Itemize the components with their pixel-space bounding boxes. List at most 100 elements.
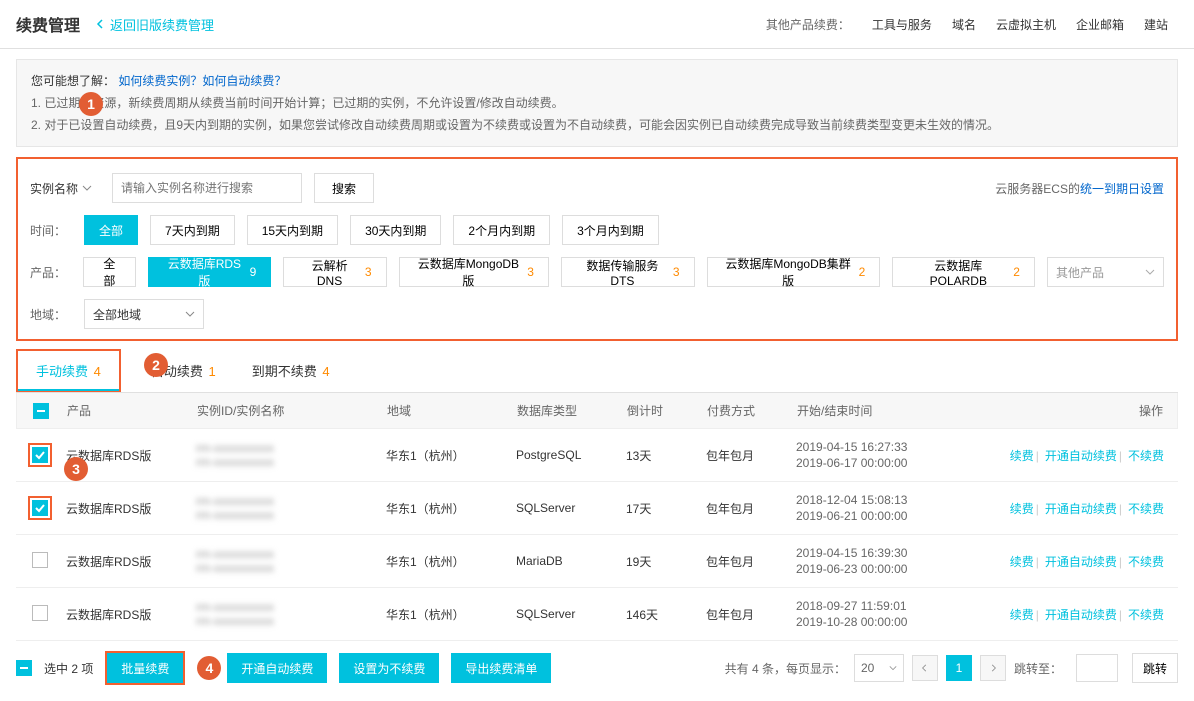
no-renew-link[interactable]: 不续费 — [1128, 608, 1164, 622]
enable-auto-renew-link[interactable]: 开通自动续费 — [1045, 502, 1117, 516]
renew-link[interactable]: 续费 — [1010, 502, 1034, 516]
other-products-label: 其他产品续费： — [766, 16, 850, 33]
cell-instance-id: rm-xxxxxxxxxxrm-xxxxxxxxxx — [190, 441, 380, 469]
no-renew-link[interactable]: 不续费 — [1128, 555, 1164, 569]
table-row: 云数据库RDS版rm-xxxxxxxxxxrm-xxxxxxxxxx华东1（杭州… — [16, 588, 1178, 641]
cell-pay-type: 包年包月 — [700, 553, 790, 570]
th-time: 开始/结束时间 — [791, 402, 961, 419]
time-opt-7d[interactable]: 7天内到期 — [150, 215, 235, 245]
cell-ops: 续费|开通自动续费|不续费 — [960, 447, 1174, 464]
cell-pay-type: 包年包月 — [700, 500, 790, 517]
row-checkbox[interactable] — [32, 605, 48, 621]
prod-opt-all[interactable]: 全部 — [83, 257, 136, 287]
total-count: 共有 4 条，每页显示： — [725, 660, 846, 677]
chevron-down-icon — [889, 664, 897, 672]
selected-count: 选中 2 项 — [44, 660, 93, 677]
page-size-select[interactable]: 20 — [854, 654, 904, 682]
enable-auto-renew-link[interactable]: 开通自动续费 — [1045, 449, 1117, 463]
jump-button[interactable]: 跳转 — [1132, 653, 1178, 683]
prev-page-button[interactable] — [912, 655, 938, 681]
cell-ops: 续费|开通自动续费|不续费 — [960, 500, 1174, 517]
region-dropdown[interactable]: 全部地域 — [84, 299, 204, 329]
cell-countdown: 17天 — [620, 500, 700, 517]
cell-instance-id: rm-xxxxxxxxxxrm-xxxxxxxxxx — [190, 494, 380, 522]
batch-set-no-renew-button[interactable]: 设置为不续费 — [339, 653, 439, 683]
enable-auto-renew-link[interactable]: 开通自动续费 — [1045, 555, 1117, 569]
table-row: 3云数据库RDS版rm-xxxxxxxxxxrm-xxxxxxxxxx华东1（杭… — [16, 429, 1178, 482]
th-countdown: 倒计时 — [621, 402, 701, 419]
header-link-domain[interactable]: 域名 — [952, 16, 976, 33]
export-list-button[interactable]: 导出续费清单 — [451, 653, 551, 683]
cell-region: 华东1（杭州） — [380, 500, 510, 517]
info-faq-link[interactable]: 如何续费实例？如何自动续费？ — [118, 74, 286, 88]
ecs-unified-date-link[interactable]: 统一到期日设置 — [1080, 182, 1164, 196]
footer-select-indicator[interactable] — [16, 660, 32, 676]
prod-opt-rds[interactable]: 云数据库RDS版 9 — [148, 257, 271, 287]
cell-region: 华东1（杭州） — [380, 447, 510, 464]
renew-link[interactable]: 续费 — [1010, 449, 1034, 463]
ecs-setting: 云服务器ECS的统一到期日设置 — [995, 180, 1164, 197]
header-link-tools[interactable]: 工具与服务 — [872, 16, 932, 33]
info-question-prefix: 您可能想了解： — [31, 74, 115, 88]
cell-pay-type: 包年包月 — [700, 447, 790, 464]
tab-manual-renew[interactable]: 手动续费 4 — [16, 349, 121, 392]
time-opt-2m[interactable]: 2个月内到期 — [453, 215, 550, 245]
header-link-mail[interactable]: 企业邮箱 — [1076, 16, 1124, 33]
search-input[interactable] — [112, 173, 302, 203]
chevron-down-icon — [1145, 267, 1155, 277]
search-field-selector[interactable]: 实例名称 — [30, 180, 92, 197]
time-filter-label: 时间： — [30, 222, 72, 239]
cell-region: 华东1（杭州） — [380, 606, 510, 623]
tabs: 2 手动续费 4 自动续费 1 到期不续费 4 — [16, 349, 1178, 393]
cell-instance-id: rm-xxxxxxxxxxrm-xxxxxxxxxx — [190, 547, 380, 575]
tab-no-renew[interactable]: 到期不续费 4 — [234, 351, 348, 390]
page-title: 续费管理 — [16, 12, 80, 36]
no-renew-link[interactable]: 不续费 — [1128, 502, 1164, 516]
prod-opt-mongodb[interactable]: 云数据库MongoDB版 3 — [399, 257, 549, 287]
cell-db-type: MariaDB — [510, 554, 620, 568]
time-opt-3m[interactable]: 3个月内到期 — [562, 215, 659, 245]
info-line-2: 2. 对于已设置自动续费，且9天内到期的实例，如果您尝试修改自动续费周期或设置为… — [31, 114, 1163, 136]
renew-link[interactable]: 续费 — [1010, 555, 1034, 569]
th-ops: 操作 — [961, 402, 1173, 419]
cell-ops: 续费|开通自动续费|不续费 — [960, 606, 1174, 623]
jump-page-input[interactable] — [1076, 654, 1118, 682]
header-link-site[interactable]: 建站 — [1144, 16, 1168, 33]
filter-panel: 实例名称 搜索 云服务器ECS的统一到期日设置 时间： 全部 7天内到期 15天… — [16, 157, 1178, 341]
no-renew-link[interactable]: 不续费 — [1128, 449, 1164, 463]
step-badge-3: 3 — [64, 457, 88, 481]
time-opt-all[interactable]: 全部 — [84, 215, 138, 245]
cell-countdown: 13天 — [620, 447, 700, 464]
batch-renew-button[interactable]: 批量续费 — [107, 653, 183, 683]
enable-auto-renew-link[interactable]: 开通自动续费 — [1045, 608, 1117, 622]
chevron-down-icon — [185, 309, 195, 319]
cell-ops: 续费|开通自动续费|不续费 — [960, 553, 1174, 570]
row-checkbox[interactable] — [32, 447, 48, 463]
info-line-1: 1. 已过期的资源，新续费周期从续费当前时间开始计算；已过期的实例，不允许设置/… — [31, 92, 1163, 114]
tab-auto-renew[interactable]: 自动续费 1 — [121, 351, 234, 390]
header-link-vhost[interactable]: 云虚拟主机 — [996, 16, 1056, 33]
next-page-button[interactable] — [980, 655, 1006, 681]
row-checkbox[interactable] — [32, 552, 48, 568]
back-link[interactable]: 返回旧版续费管理 — [96, 15, 214, 34]
search-button[interactable]: 搜索 — [314, 173, 374, 203]
prod-opt-dts[interactable]: 数据传输服务DTS 3 — [561, 257, 695, 287]
time-opt-30d[interactable]: 30天内到期 — [350, 215, 441, 245]
other-products-dropdown[interactable]: 其他产品 — [1047, 257, 1164, 287]
time-opt-15d[interactable]: 15天内到期 — [247, 215, 338, 245]
chevron-down-icon — [82, 183, 92, 193]
row-checkbox[interactable] — [32, 500, 48, 516]
chevron-left-icon — [921, 664, 929, 672]
prod-opt-dns[interactable]: 云解析 DNS 3 — [283, 257, 386, 287]
cell-region: 华东1（杭州） — [380, 553, 510, 570]
current-page[interactable]: 1 — [946, 655, 972, 681]
step-badge-1: 1 — [79, 92, 103, 116]
th-db-type: 数据库类型 — [511, 402, 621, 419]
renew-link[interactable]: 续费 — [1010, 608, 1034, 622]
info-box: 1 您可能想了解： 如何续费实例？如何自动续费？ 1. 已过期的资源，新续费周期… — [16, 59, 1178, 147]
select-all-checkbox[interactable] — [33, 403, 49, 419]
cell-time: 2018-09-27 11:59:012019-10-28 00:00:00 — [790, 598, 960, 630]
prod-opt-mongodb-cluster[interactable]: 云数据库MongoDB集群版 2 — [707, 257, 881, 287]
batch-auto-renew-button[interactable]: 开通自动续费 — [227, 653, 327, 683]
prod-opt-polardb[interactable]: 云数据库POLARDB 2 — [892, 257, 1035, 287]
